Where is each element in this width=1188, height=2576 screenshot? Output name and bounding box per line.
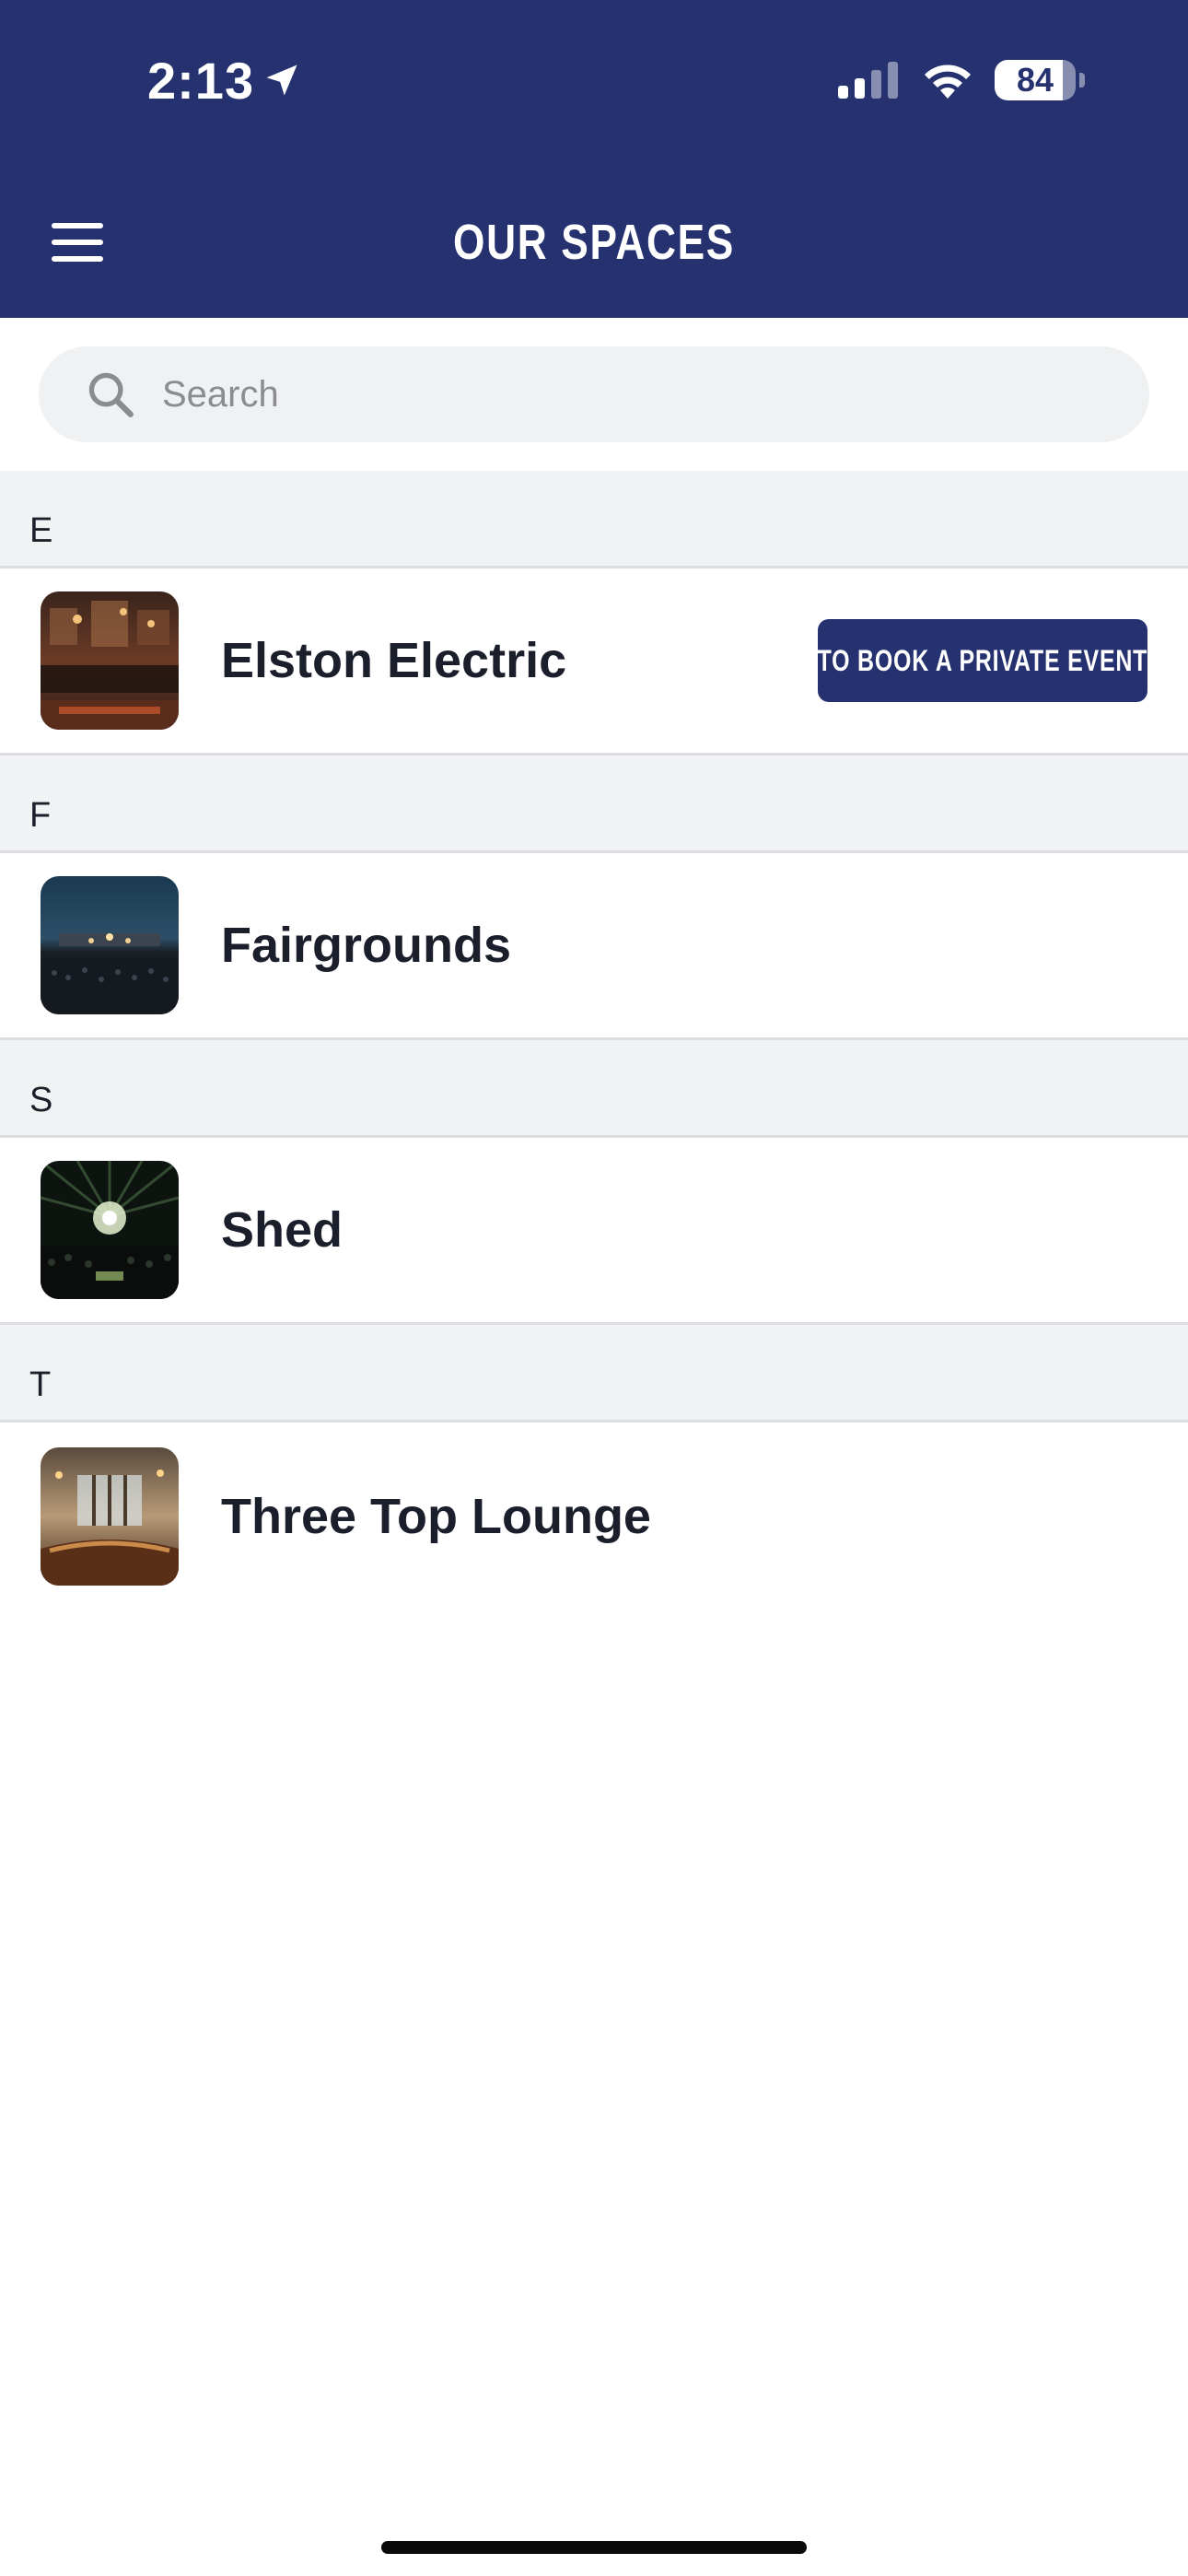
battery-level: 84 xyxy=(1016,61,1054,99)
list-item-elston-electric[interactable]: Elston Electric TO BOOK A PRIVATE EVENT xyxy=(0,568,1188,755)
section-header-f: F xyxy=(0,755,1188,853)
section-header-s: S xyxy=(0,1040,1188,1138)
cellular-signal-icon xyxy=(838,62,898,99)
list-item-shed[interactable]: Shed xyxy=(0,1138,1188,1325)
menu-line xyxy=(52,256,103,262)
hamburger-menu-icon[interactable] xyxy=(52,219,103,265)
elston-electric-thumbnail xyxy=(41,591,179,730)
menu-line xyxy=(52,223,103,228)
list-item-fairgrounds[interactable]: Fairgrounds xyxy=(0,853,1188,1040)
page-title: OUR SPACES xyxy=(453,215,735,270)
app-header: 2:13 84 OUR SPACES xyxy=(0,0,1188,318)
list-item-three-top-lounge[interactable]: Three Top Lounge xyxy=(0,1423,1188,1610)
space-name: Elston Electric xyxy=(221,633,567,688)
space-name: Fairgrounds xyxy=(221,918,512,973)
status-time-label: 2:13 xyxy=(147,51,255,110)
our-spaces-screen: 2:13 84 OUR SPACES Search E Elston Elect… xyxy=(0,0,1188,2576)
spaces-list: E Elston Electric TO BOOK A PRIVATE EVEN… xyxy=(0,471,1188,1610)
search-input[interactable] xyxy=(160,372,993,416)
battery-tip xyxy=(1079,73,1085,88)
status-time: 2:13 xyxy=(147,48,302,112)
space-name: Three Top Lounge xyxy=(221,1488,651,1544)
status-indicators: 84 xyxy=(838,55,1085,105)
search-icon xyxy=(83,367,138,422)
battery-indicator: 84 xyxy=(995,60,1076,100)
section-header-e: E xyxy=(0,471,1188,568)
section-header-t: T xyxy=(0,1325,1188,1423)
home-indicator[interactable] xyxy=(381,2541,807,2554)
location-arrow-icon xyxy=(266,64,297,96)
book-private-event-label: TO BOOK A PRIVATE EVENT xyxy=(817,643,1148,677)
shed-thumbnail xyxy=(41,1161,179,1299)
menu-line xyxy=(52,240,103,245)
wifi-icon xyxy=(925,64,971,99)
fairgrounds-thumbnail xyxy=(41,876,179,1014)
three-top-lounge-thumbnail xyxy=(41,1446,179,1586)
space-name: Shed xyxy=(221,1202,344,1258)
search-bar[interactable] xyxy=(39,346,1149,442)
book-private-event-button[interactable]: TO BOOK A PRIVATE EVENT xyxy=(818,619,1147,702)
